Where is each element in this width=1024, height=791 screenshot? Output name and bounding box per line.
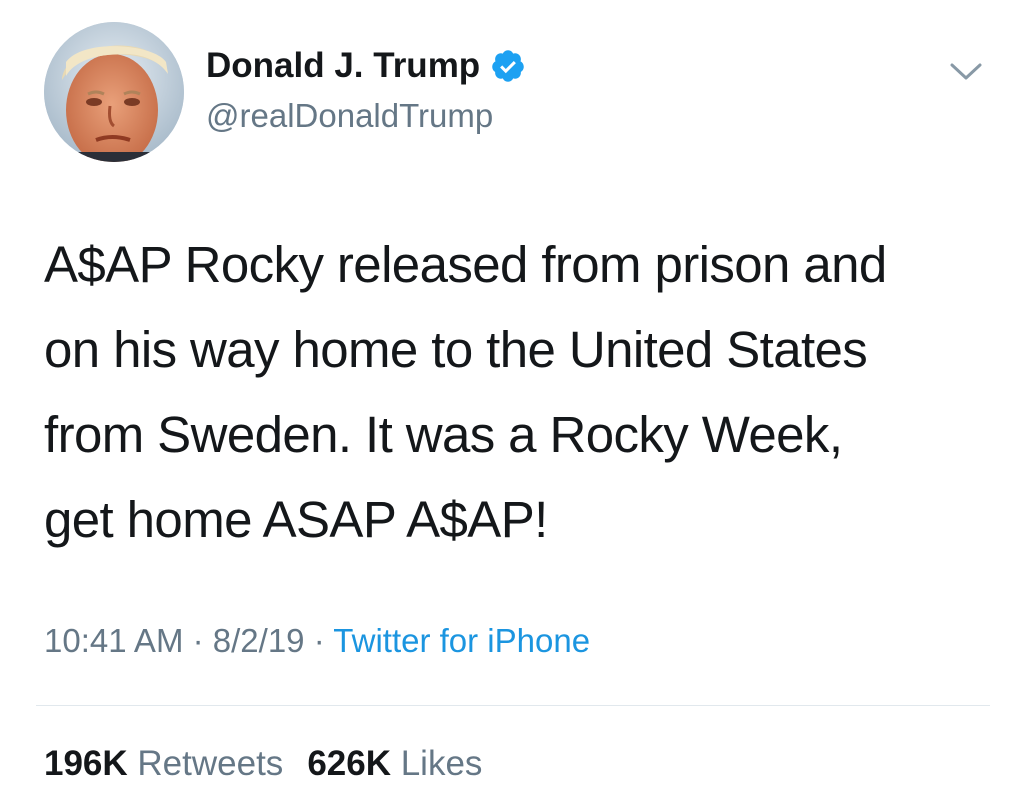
tweet-text: A$AP Rocky released from prison and on h… — [44, 236, 887, 548]
tweet-date[interactable]: 8/2/19 — [213, 622, 305, 659]
likes-stat[interactable]: 626K Likes — [307, 744, 482, 783]
tweet-card: Donald J. Trump @realDonaldTrump A$AP Ro… — [0, 0, 1024, 791]
tweet-time[interactable]: 10:41 AM — [44, 622, 183, 659]
tweet-meta: 10:41 AM · 8/2/19 · Twitter for iPhone — [44, 619, 590, 663]
likes-count: 626K — [307, 744, 391, 783]
divider — [36, 705, 990, 706]
avatar[interactable] — [44, 22, 184, 162]
tweet-source-link[interactable]: Twitter for iPhone — [333, 622, 590, 659]
tweet-stats: 196K Retweets 626K Likes — [44, 742, 482, 786]
author-display-name[interactable]: Donald J. Trump — [206, 44, 480, 88]
likes-label: Likes — [400, 744, 483, 783]
retweets-count: 196K — [44, 744, 128, 783]
retweets-label: Retweets — [137, 744, 284, 783]
verified-badge-icon — [490, 48, 526, 84]
meta-separator: · — [192, 622, 204, 659]
author-handle[interactable]: @realDonaldTrump — [206, 96, 493, 136]
retweets-stat[interactable]: 196K Retweets — [44, 744, 283, 783]
avatar-photo-icon — [44, 22, 184, 162]
author-name-row: Donald J. Trump — [206, 44, 526, 88]
meta-separator: · — [313, 622, 325, 659]
chevron-down-icon[interactable] — [946, 56, 986, 86]
